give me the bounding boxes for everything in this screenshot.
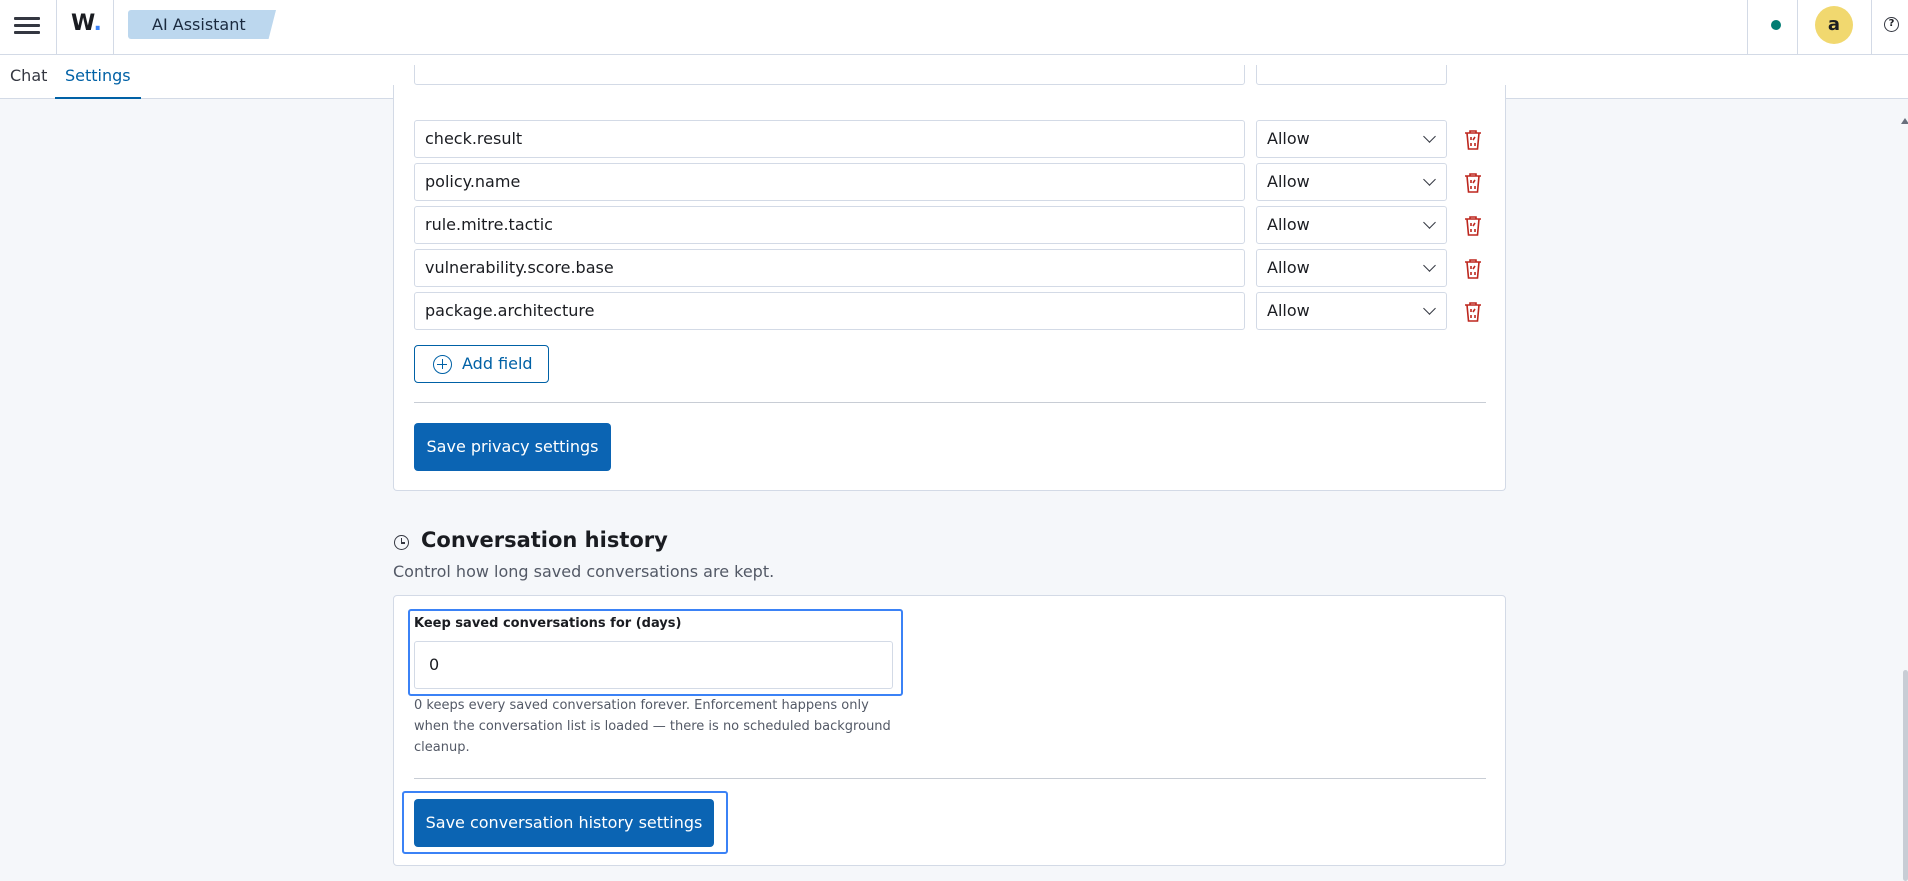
field-mode-select[interactable] (1256, 65, 1447, 85)
save-privacy-button[interactable]: Save privacy settings (414, 423, 611, 471)
field-name-input[interactable]: rule.mitre.tactic (414, 206, 1245, 244)
field-mode-value: Allow (1267, 258, 1310, 277)
plus-circle-icon (433, 355, 452, 374)
add-field-label: Add field (462, 354, 533, 373)
section-title: Conversation history (421, 528, 668, 552)
logo-text: W (71, 11, 94, 36)
status-dot-icon (1771, 20, 1781, 30)
days-help-text: 0 keeps every saved conversation forever… (414, 698, 891, 755)
field-mode-select[interactable]: Allow (1256, 120, 1447, 158)
field-mode-select[interactable]: Allow (1256, 249, 1447, 287)
header-divider (1797, 0, 1798, 55)
chevron-down-icon (1423, 259, 1436, 272)
field-mode-value: Allow (1267, 129, 1310, 148)
field-mode-value: Allow (1267, 301, 1310, 320)
privacy-panel: check.result Allow policy.name Allow rul… (393, 65, 1506, 491)
field-name-input[interactable]: vulnerability.score.base (414, 249, 1245, 287)
trash-icon[interactable] (1463, 172, 1483, 194)
field-name-input[interactable]: policy.name (414, 163, 1245, 201)
field-mode-select[interactable]: Allow (1256, 206, 1447, 244)
field-name-input[interactable]: package.architecture (414, 292, 1245, 330)
field-name-input[interactable] (414, 65, 1245, 85)
clock-icon (394, 535, 409, 550)
chevron-down-icon (1423, 173, 1436, 186)
help-icon[interactable]: ? (1884, 17, 1899, 32)
trash-icon[interactable] (1463, 258, 1483, 280)
scroll-up-icon[interactable] (1901, 118, 1908, 124)
save-history-button[interactable]: Save conversation history settings (414, 799, 714, 847)
chevron-down-icon (1423, 216, 1436, 229)
header-divider (56, 0, 57, 55)
header-divider (1747, 0, 1748, 55)
add-field-button[interactable]: Add field (414, 345, 549, 383)
logo-dot: . (93, 11, 102, 36)
field-name-input[interactable]: check.result (414, 120, 1245, 158)
days-field-label: Keep saved conversations for (days) (414, 616, 682, 631)
field-row: rule.mitre.tactic Allow (414, 206, 1481, 244)
retention-days-input[interactable]: 0 (414, 641, 893, 689)
user-avatar[interactable]: a (1815, 6, 1853, 44)
divider (414, 402, 1486, 403)
field-mode-value: Allow (1267, 215, 1310, 234)
logo[interactable]: W. (71, 11, 102, 36)
chevron-down-icon (1423, 302, 1436, 315)
field-row: package.architecture Allow (414, 292, 1481, 330)
trash-icon[interactable] (1463, 215, 1483, 237)
field-mode-select[interactable]: Allow (1256, 292, 1447, 330)
history-panel: Keep saved conversations for (days) 0 0 … (393, 595, 1506, 866)
section-description: Control how long saved conversations are… (393, 562, 775, 581)
scrollbar[interactable] (1903, 670, 1908, 881)
divider (414, 778, 1486, 779)
field-mode-value: Allow (1267, 172, 1310, 191)
field-row-hidden (414, 65, 1474, 85)
field-row: vulnerability.score.base Allow (414, 249, 1481, 287)
app-name-badge[interactable]: AI Assistant (128, 10, 276, 39)
trash-icon[interactable] (1463, 301, 1483, 323)
chevron-down-icon (1423, 130, 1436, 143)
header-divider (1871, 0, 1872, 55)
tab-chat[interactable]: Chat (0, 55, 57, 99)
trash-icon[interactable] (1463, 129, 1483, 151)
header-divider (113, 0, 114, 55)
field-mode-select[interactable]: Allow (1256, 163, 1447, 201)
field-row: check.result Allow (414, 120, 1481, 158)
top-header: W. AI Assistant a ? (0, 0, 1908, 55)
tab-settings[interactable]: Settings (55, 55, 141, 99)
menu-icon[interactable] (14, 14, 40, 36)
field-row: policy.name Allow (414, 163, 1481, 201)
